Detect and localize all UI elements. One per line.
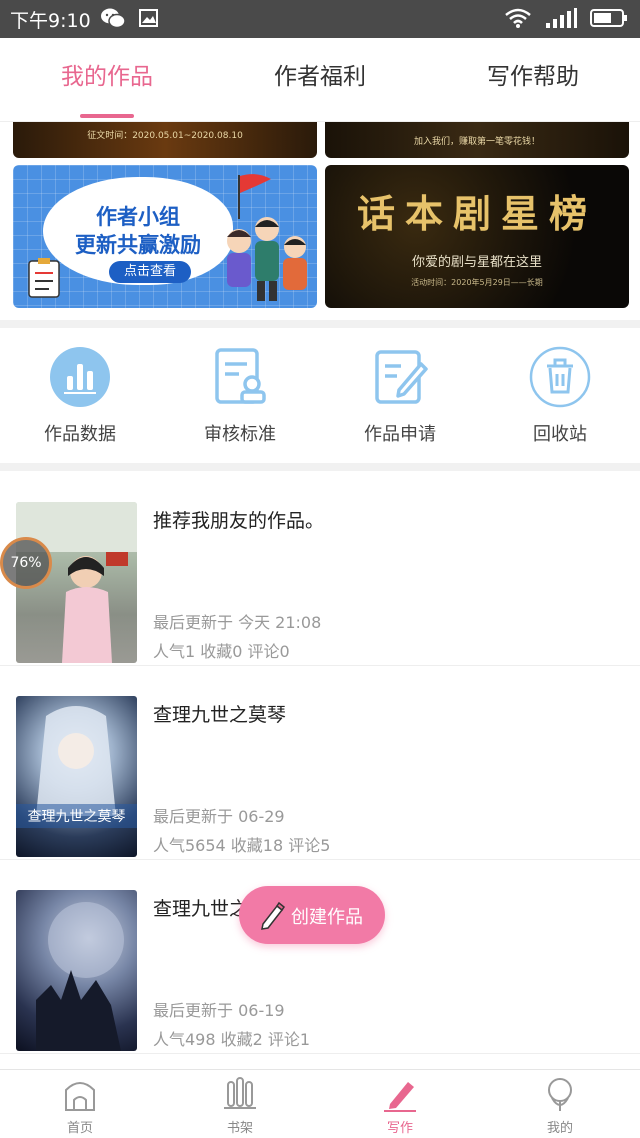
active-tab-indicator [80,114,134,118]
work-cover: 查理九世之莫琴 [16,696,137,857]
banner-area: 征文时间：2020.05.01~2020.08.10 加入我们，赚取第一笔零花钱… [0,122,640,320]
nav-home[interactable]: 首页 [0,1076,160,1136]
gallery-icon [139,9,158,27]
trash-icon [529,346,591,408]
quick-actions: 作品数据 审核标准 作品申请 回收站 [0,328,640,463]
work-stats: 人气498 收藏2 评论1 [153,1030,311,1049]
edit-apply-icon [375,350,428,404]
work-stats: 人气1 收藏0 评论0 [153,642,290,661]
tab-my-works[interactable]: 我的作品 [0,38,214,122]
work-item[interactable]: 推荐我朋友的作品。 最后更新于 今天 21:08 人气1 收藏0 评论0 [0,472,640,666]
author-group-subtitle: 更新共赢激励 [75,233,201,257]
work-apply-label: 作品申请 [364,424,436,445]
section-divider [0,463,640,471]
status-time: 下午9:10 [10,10,91,32]
contest-banner[interactable]: 征文时间：2020.05.01~2020.08.10 [13,122,317,158]
author-group-banner[interactable]: 作者小组 更新共赢激励 点击查看 [13,165,317,308]
view-details-button[interactable]: 点击查看 [109,261,191,283]
nav-bookshelf[interactable]: 书架 [160,1076,320,1136]
battery-icon [590,9,627,27]
star-list-subtitle: 你爱的剧与星都在这里 [411,255,542,270]
work-apply-action[interactable]: 作品申请 [320,346,480,446]
nav-profile-label: 我的 [546,1121,573,1136]
checklist-icon [28,258,60,298]
work-updated: 最后更新于 今天 21:08 [153,613,322,632]
tab-bar: 我的作品 作者福利 写作帮助 [0,38,640,122]
work-data-action[interactable]: 作品数据 [0,346,160,446]
profile-icon [548,1078,572,1111]
star-list-date: 活动时间：2020年5月29日——长期 [411,278,543,287]
status-bar: 下午9:10 [0,0,640,38]
work-updated: 最后更新于 06-29 [153,807,285,826]
section-divider [0,320,640,328]
contest-banner-date: 征文时间：2020.05.01~2020.08.10 [87,131,243,141]
bottom-nav: 首页 书架 写作 我的 [0,1069,640,1138]
nav-profile[interactable]: 我的 [480,1076,640,1136]
speech-bubble: 作者小组 更新共赢激励 点击查看 [43,177,233,285]
work-data-label: 作品数据 [44,424,116,445]
nav-bookshelf-label: 书架 [226,1121,253,1136]
work-item[interactable]: 查理九世之莫琴 查理九世之莫琴 最后更新于 06-29 人气5654 收藏18 … [0,666,640,860]
work-title: 推荐我朋友的作品。 [153,510,325,532]
review-standard-icon [215,348,266,404]
create-work-button[interactable]: 创建作品 [239,886,385,944]
create-work-label: 创建作品 [291,907,363,928]
earn-money-banner-text: 加入我们，赚取第一笔零花钱！ [413,137,540,147]
progress-badge[interactable]: 76% [0,537,52,589]
recycle-bin-action[interactable]: 回收站 [480,346,640,446]
work-cover [16,890,137,1051]
review-standard-action[interactable]: 审核标准 [160,346,320,446]
work-updated: 最后更新于 06-19 [153,1001,285,1020]
people-illustration-icon [227,217,307,301]
tab-writing-help[interactable]: 写作帮助 [426,38,640,122]
status-left-icons [100,7,160,29]
recycle-bin-label: 回收站 [533,424,587,445]
star-list-banner[interactable]: 话本剧星榜 你爱的剧与星都在这里 活动时间：2020年5月29日——长期 [325,165,629,308]
review-standard-label: 审核标准 [204,424,276,445]
works-list: 推荐我朋友的作品。 最后更新于 今天 21:08 人气1 收藏0 评论0 查理九… [0,472,640,1069]
bar-chart-icon [50,347,110,407]
star-list-title: 话本剧星榜 [356,191,597,236]
work-stats: 人气5654 收藏18 评论5 [153,836,331,855]
status-right-icons [504,7,628,29]
earn-money-banner[interactable]: 加入我们，赚取第一笔零花钱！ [325,122,629,158]
bookshelf-icon [224,1077,256,1109]
nav-write[interactable]: 写作 [320,1076,480,1136]
wifi-icon [505,8,531,28]
home-icon [65,1082,95,1111]
pencil-icon [261,901,286,930]
wechat-icon [101,8,126,29]
work-title: 查理九世之莫琴 [153,704,287,726]
author-group-title: 作者小组 [96,205,180,229]
nav-write-label: 写作 [386,1121,413,1136]
nav-home-label: 首页 [66,1121,93,1136]
castle-cover [36,902,124,1051]
pen-icon [384,1082,416,1112]
signal-icon [546,8,577,28]
work-title: 查理九世之 [153,898,249,920]
cover-label: 查理九世之莫琴 [16,804,137,828]
anime-girl-cover [36,706,116,816]
tab-author-benefits[interactable]: 作者福利 [214,38,426,122]
